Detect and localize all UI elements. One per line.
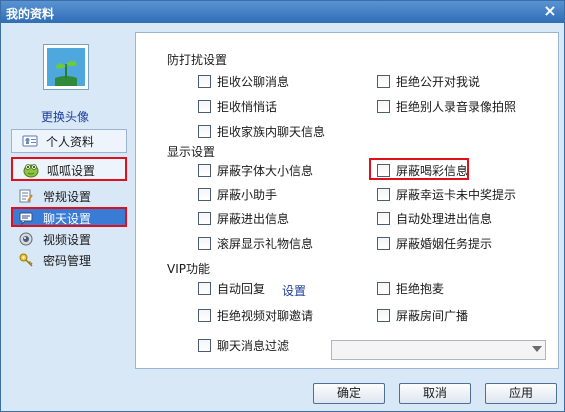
option-label: 屏蔽进出信息 (217, 212, 290, 226)
id-card-icon (22, 133, 38, 149)
section-title-display: 显示设置 (167, 145, 216, 159)
window-title: 我的资料 (6, 7, 55, 21)
option-label: 聊天消息过滤 (217, 339, 290, 353)
checkbox[interactable] (377, 282, 390, 295)
option-label: 屏蔽喝彩信息 (396, 164, 469, 178)
option-label: 拒绝别人录音录像拍照 (396, 100, 517, 114)
option-label: 拒收公聊消息 (217, 75, 290, 89)
option-label: 屏蔽婚姻任务提示 (396, 237, 493, 251)
sidebar-item-label: 密码管理 (43, 254, 92, 268)
checkbox[interactable] (377, 212, 390, 225)
option-label: 拒收家族内聊天信息 (217, 125, 326, 139)
settings-window: 我的资料 × 更换头像 个人资料 呱呱设置 常规设置 聊天设置 视频设置 密码管… (0, 0, 565, 412)
option-label: 拒绝视频对聊邀请 (217, 309, 314, 323)
checkbox[interactable] (198, 237, 211, 250)
sidebar-item-label: 个人资料 (46, 135, 95, 149)
option-label: 屏蔽小助手 (217, 188, 278, 202)
section-title-vip: VIP功能 (167, 262, 210, 276)
frog-icon (23, 162, 39, 178)
sidebar-item-password[interactable]: 密码管理 (15, 251, 127, 271)
sidebar-item-chat[interactable]: 聊天设置 (11, 207, 127, 227)
option-label: 屏蔽字体大小信息 (217, 164, 314, 178)
option-label: 拒绝抱麦 (396, 282, 445, 296)
plant-icon (47, 48, 85, 86)
checkbox[interactable] (377, 75, 390, 88)
sidebar-item-label: 视频设置 (43, 233, 92, 247)
option-label: 拒绝公开对我说 (396, 75, 481, 89)
checkbox[interactable] (377, 309, 390, 322)
key-icon (19, 253, 33, 267)
close-icon[interactable]: × (542, 3, 558, 19)
section-title-disturb: 防打扰设置 (167, 53, 228, 67)
checkbox[interactable] (198, 339, 211, 352)
doc-edit-icon (19, 189, 33, 203)
checkbox[interactable] (198, 164, 211, 177)
change-avatar-link[interactable]: 更换头像 (41, 108, 89, 125)
avatar[interactable] (43, 44, 89, 90)
cancel-button[interactable]: 取消 (399, 383, 471, 404)
checkbox[interactable] (377, 100, 390, 113)
option-label: 自动回复 (217, 282, 266, 296)
ok-button[interactable]: 确定 (313, 383, 385, 404)
checkbox[interactable] (198, 100, 211, 113)
chat-icon (19, 211, 33, 226)
option-label: 屏蔽幸运卡未中奖提示 (396, 188, 517, 202)
sidebar-item-video[interactable]: 视频设置 (15, 230, 127, 250)
sidebar-item-label: 常规设置 (43, 190, 92, 204)
settings-panel: 防打扰设置 拒收公聊消息 拒绝公开对我说 拒收悄悄话 拒绝别人录音录像拍照 拒收… (135, 32, 559, 369)
checkbox[interactable] (377, 237, 390, 250)
sidebar: 更换头像 个人资料 呱呱设置 常规设置 聊天设置 视频设置 密码管理 (1, 23, 135, 373)
option-label: 拒收悄悄话 (217, 100, 278, 114)
sidebar-item-general[interactable]: 常规设置 (15, 187, 127, 207)
apply-button[interactable]: 应用 (485, 383, 557, 404)
checkbox[interactable] (198, 212, 211, 225)
auto-reply-settings-link[interactable]: 设置 (282, 282, 306, 299)
sidebar-item-guagua[interactable]: 呱呱设置 (11, 157, 127, 181)
checkbox[interactable] (377, 188, 390, 201)
sidebar-item-label: 呱呱设置 (47, 164, 96, 178)
sidebar-item-label: 聊天设置 (43, 212, 92, 226)
checkbox[interactable] (198, 75, 211, 88)
option-label: 滚屏显示礼物信息 (217, 237, 314, 251)
option-label: 屏蔽房间广播 (396, 309, 469, 323)
checkbox[interactable] (198, 282, 211, 295)
title-bar[interactable]: 我的资料 × (1, 1, 564, 23)
checkbox[interactable] (198, 125, 211, 138)
camera-icon (19, 232, 33, 246)
option-label: 自动处理进出信息 (396, 212, 493, 226)
checkbox[interactable] (198, 309, 211, 322)
sidebar-item-personal[interactable]: 个人资料 (11, 129, 127, 153)
checkbox[interactable] (377, 164, 390, 177)
checkbox[interactable] (198, 188, 211, 201)
message-filter-select[interactable] (331, 340, 546, 360)
